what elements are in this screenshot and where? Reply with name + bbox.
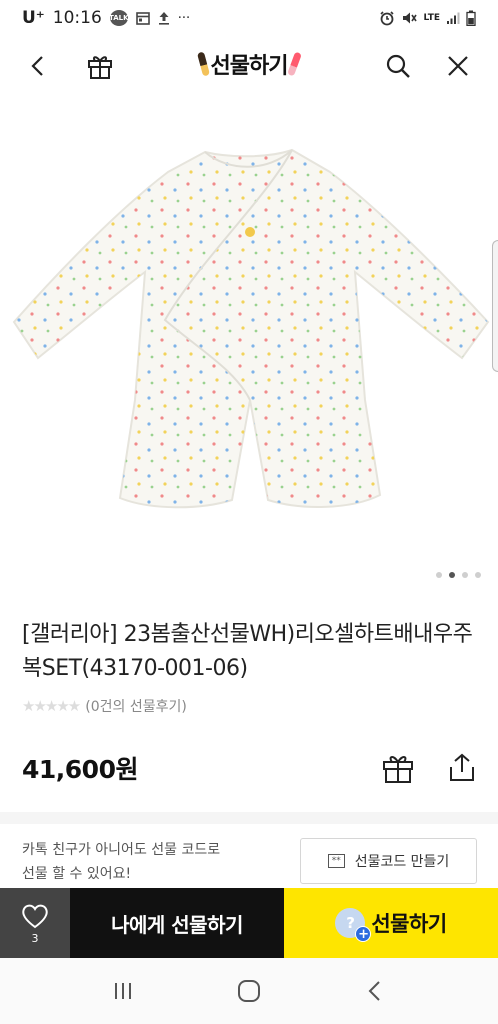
clock: 10:16 [52,8,102,28]
signal-icon [446,11,460,25]
gift-wrap-button[interactable] [378,748,418,788]
gift-button-label: 선물하기 [371,912,447,936]
upload-notification-icon [158,11,170,25]
gift-code-line-2: 선물 할 수 있어요! [22,866,132,882]
close-button[interactable] [438,46,478,86]
close-icon [448,56,468,76]
network-type: LTE [423,12,440,23]
status-bar: U⁺ 10:16 TALK ··· LTE [0,0,498,36]
wish-count: 3 [31,931,39,945]
title-decoration-right [287,51,303,77]
review-count: (0건의 선물후기) [85,699,187,715]
page-title: 선물하기 [0,48,498,80]
app-header: 선물하기 [0,36,498,94]
nav-home-button[interactable] [229,971,269,1011]
image-pager [436,572,481,578]
page-title-text: 선물하기 [210,54,289,79]
alarm-icon [379,10,395,26]
create-gift-code-button[interactable]: ** 선물코드 만들기 [300,838,477,884]
talk-notification-icon: TALK [109,10,129,26]
section-divider [0,812,498,824]
pager-dot[interactable] [475,572,481,578]
gift-to-self-button[interactable]: 나에게 선물하기 [70,888,284,958]
edge-panel-handle[interactable] [492,240,498,372]
baby-bodysuit-image [12,148,490,509]
rating-row[interactable]: ★★★★★ (0건의 선물후기) [22,696,187,716]
nav-back-icon [368,981,380,1001]
pager-dot-active[interactable] [449,572,455,578]
product-image[interactable] [0,100,498,570]
friend-avatar: ? + [335,908,372,942]
mute-icon [401,10,418,26]
rating-stars: ★★★★★ [22,697,81,715]
nav-back-button[interactable] [355,971,395,1011]
create-gift-code-label: 선물코드 만들기 [354,854,450,870]
nav-recents-button[interactable] [103,971,143,1011]
share-icon [450,753,474,781]
product-price: 41,600원 [22,755,138,784]
pager-dot[interactable] [436,572,442,578]
bottom-action-bar: 3 나에게 선물하기 ? + 선물하기 [0,888,498,958]
more-notifications: ··· [177,10,191,26]
add-friend-icon: + [355,926,372,942]
status-right: LTE [379,10,476,26]
nav-home-icon [238,980,260,1002]
gift-code-icon: ** [327,854,345,868]
gift-icon [383,756,413,783]
title-decoration-left [196,51,210,77]
wish-button[interactable]: 3 [0,888,70,958]
battery-icon [466,10,476,26]
system-nav-bar [0,958,498,1024]
gift-code-line-1: 카톡 친구가 아니어도 선물 코드로 [22,842,221,858]
calendar-notification-icon [135,11,150,25]
heart-icon [22,904,48,928]
search-button[interactable] [378,46,418,86]
nav-recents-icon [115,983,131,999]
status-left: U⁺ 10:16 TALK ··· [22,8,190,28]
carrier-label: U⁺ [22,8,45,28]
search-icon [386,54,410,78]
friend-avatar-mark: ? [346,914,355,932]
gift-button[interactable]: ? + 선물하기 [284,888,498,958]
gift-code-description: 카톡 친구가 아니어도 선물 코드로 선물 할 수 있어요! [22,838,220,886]
pager-dot[interactable] [462,572,468,578]
product-name: [갤러리아] 23봄출산선물WH)리오셀하트배내우주복SET(43170-001… [22,622,473,681]
share-button[interactable] [442,748,482,788]
